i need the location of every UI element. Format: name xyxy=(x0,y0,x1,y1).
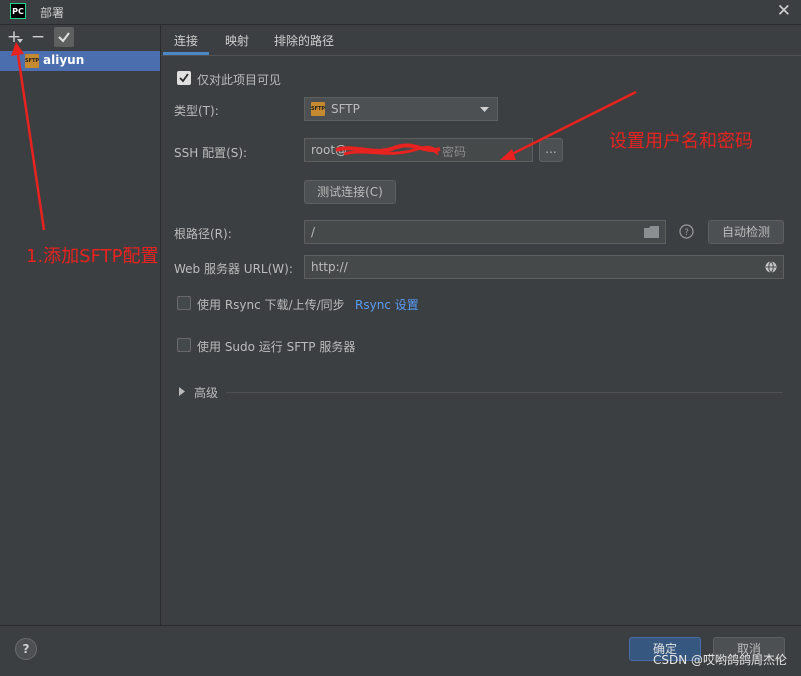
annotation-set-credentials: 设置用户名和密码 xyxy=(609,131,753,152)
annotation-arrows xyxy=(11,42,637,231)
annotation-add-sftp: 1.添加SFTP配置 xyxy=(26,246,159,267)
csdn-watermark: CSDN @哎哟鸽鸽周杰伦 xyxy=(652,653,787,667)
